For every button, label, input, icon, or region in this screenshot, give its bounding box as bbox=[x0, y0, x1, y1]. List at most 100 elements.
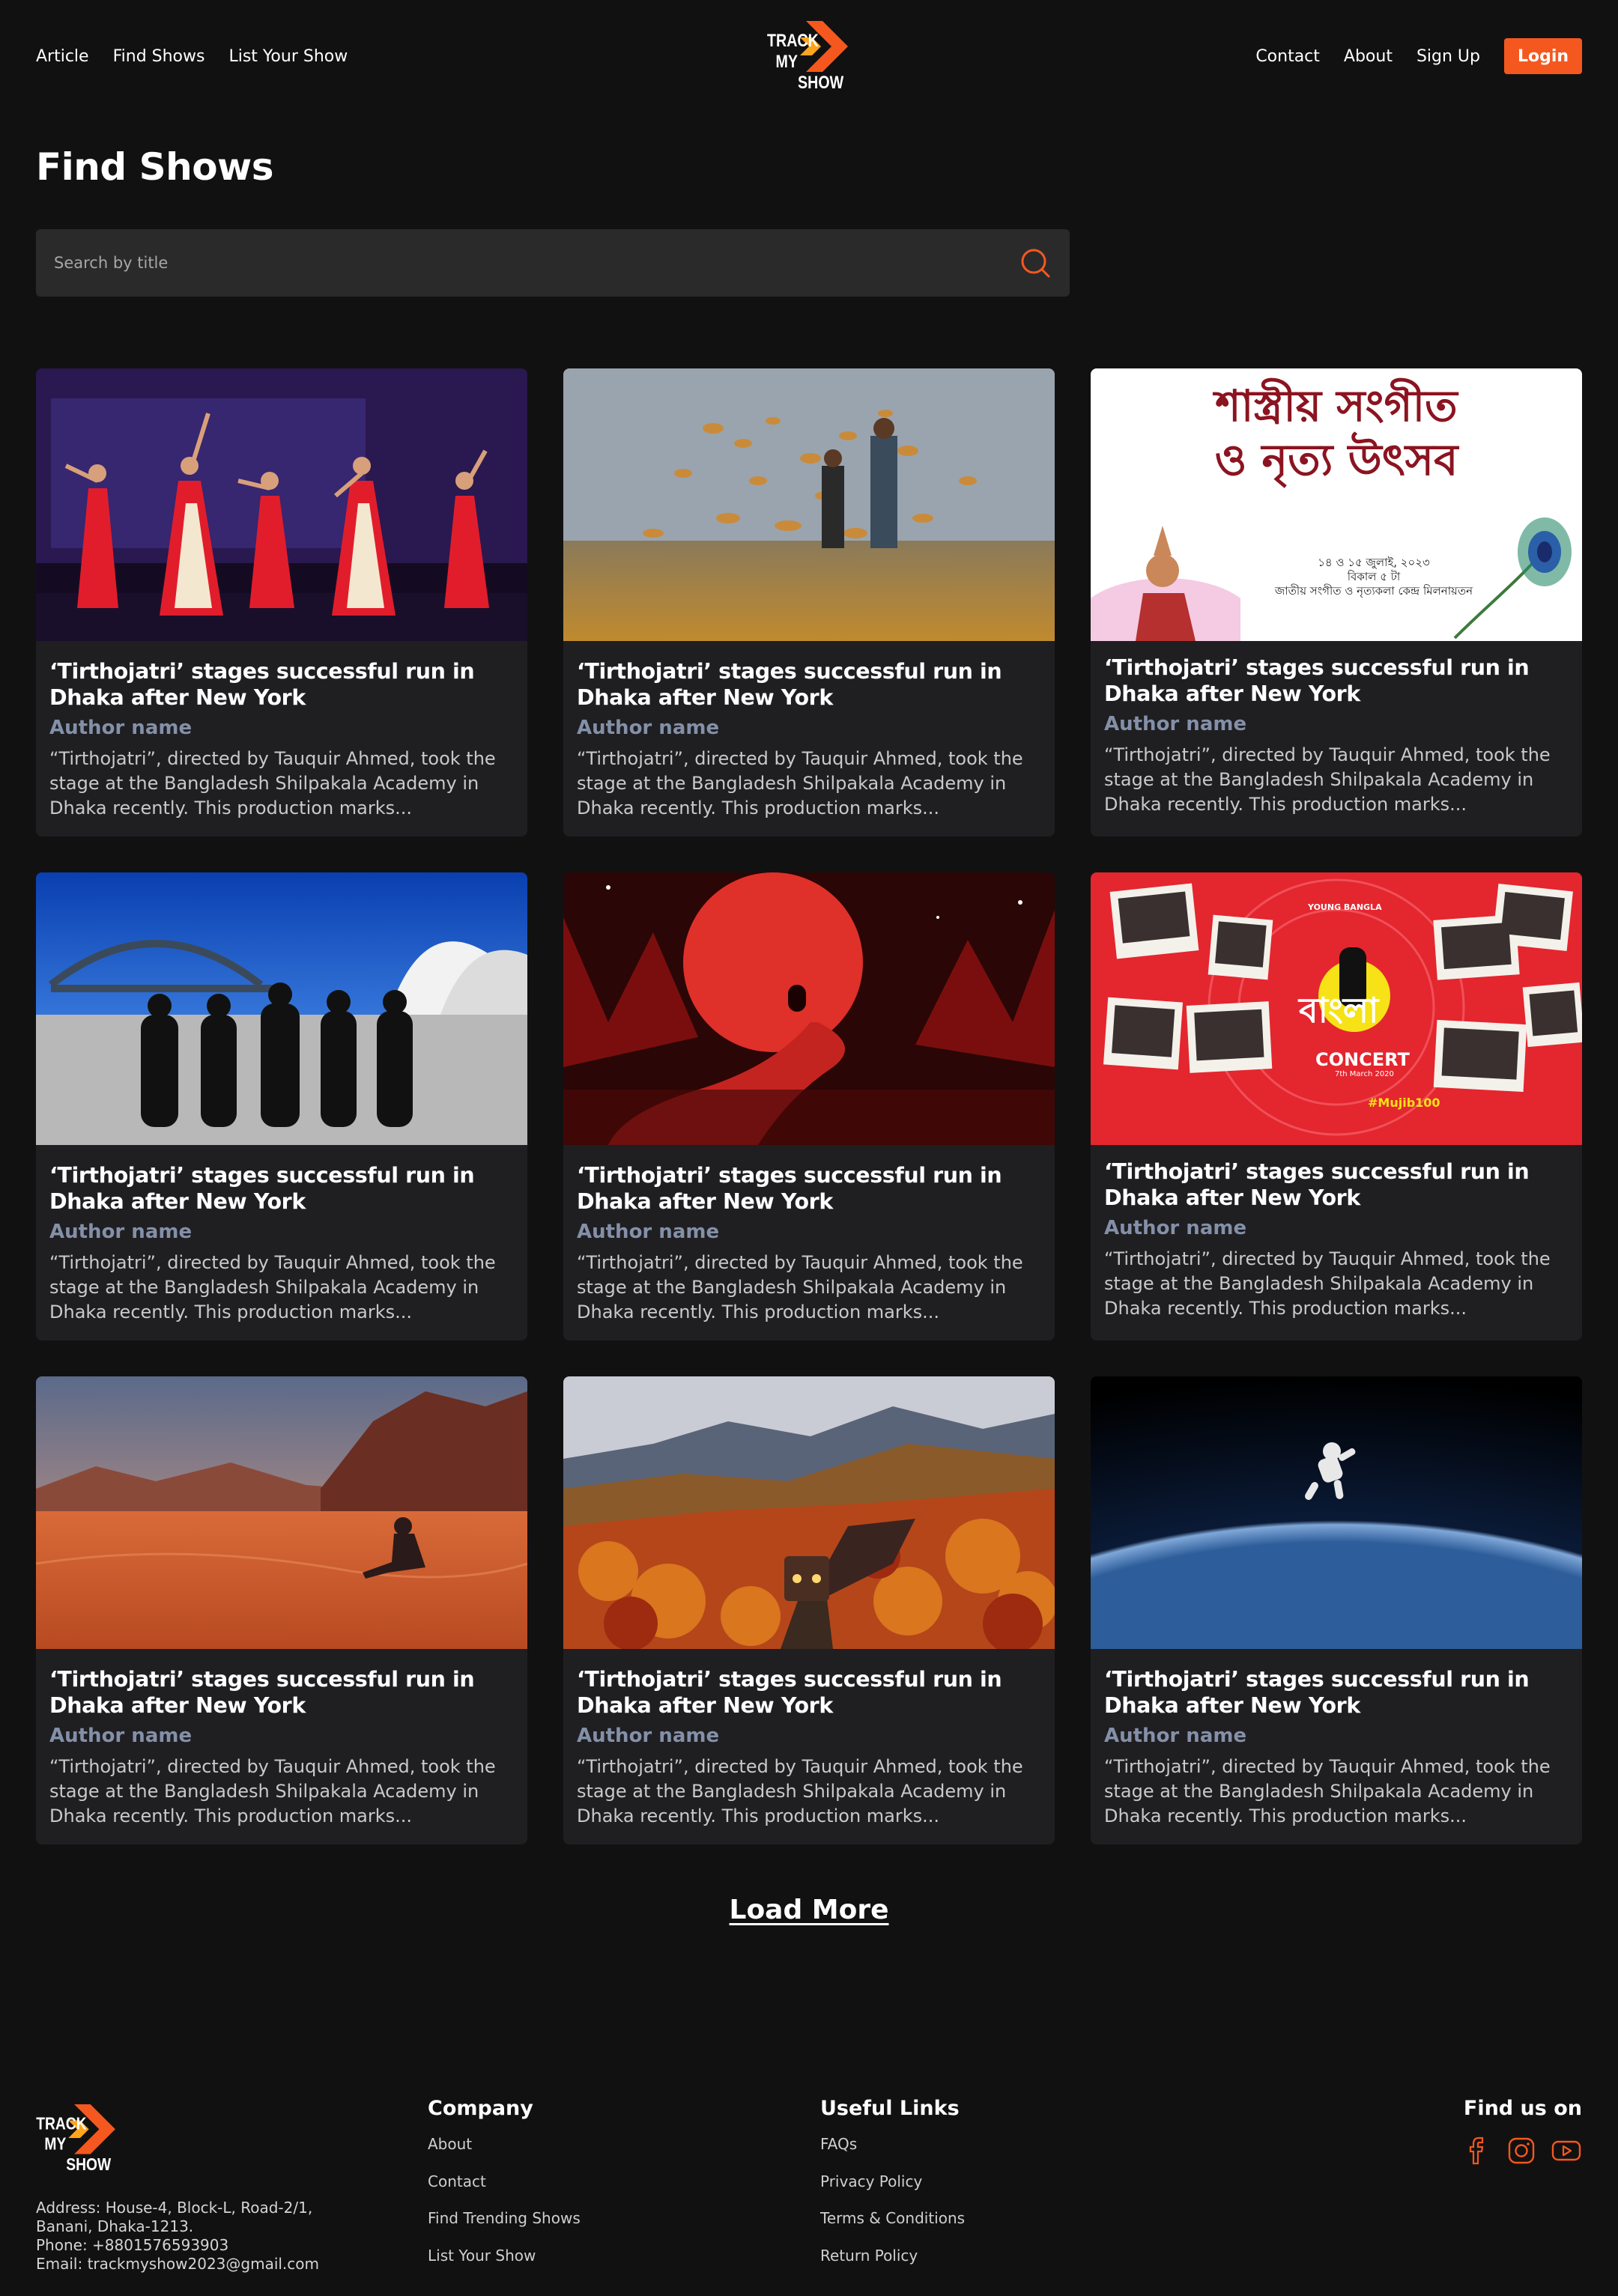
card-excerpt: “Tirthojatri”, directed by Tauquir Ahmed… bbox=[1104, 744, 1551, 815]
card-title[interactable]: ‘Tirthojatri’ stages successful run in D… bbox=[1104, 1666, 1569, 1719]
address-line-1: Address: House-4, Block-L, Road-2/1, bbox=[36, 2199, 313, 2217]
card-body: ‘Tirthojatri’ stages successful run in D… bbox=[36, 1149, 527, 1325]
show-card[interactable]: ‘Tirthojatri’ stages successful run in D… bbox=[563, 368, 1055, 836]
facebook-icon[interactable] bbox=[1461, 2135, 1492, 2166]
card-image-autumn-train bbox=[563, 1376, 1055, 1653]
footer-logo-text-show: SHOW bbox=[66, 2154, 112, 2173]
show-card[interactable]: ‘Tirthojatri’ stages successful run in D… bbox=[36, 1376, 527, 1844]
footer-logo-text-my: MY bbox=[44, 2134, 66, 2154]
card-image-dancers bbox=[36, 368, 527, 641]
footer-address: Address: House-4, Block-L, Road-2/1, Ban… bbox=[36, 2199, 319, 2274]
card-excerpt: “Tirthojatri”, directed by Tauquir Ahmed… bbox=[49, 748, 496, 819]
card-body: ‘Tirthojatri’ stages successful run in D… bbox=[563, 645, 1055, 821]
nav-contact-link[interactable]: Contact bbox=[1255, 47, 1320, 66]
site-logo[interactable]: TRACK MY SHOW bbox=[767, 21, 851, 91]
card-excerpt: “Tirthojatri”, directed by Tauquir Ahmed… bbox=[577, 1756, 1023, 1826]
nav-signup-link[interactable]: Sign Up bbox=[1416, 47, 1480, 66]
card-image-astronaut bbox=[1091, 1376, 1582, 1649]
poster-title: শাস্ত্রীয় সংগীত ও নৃত্য উৎসব bbox=[1091, 379, 1582, 487]
card-body: ‘Tirthojatri’ stages successful run in D… bbox=[563, 1149, 1055, 1325]
login-button[interactable]: Login bbox=[1504, 38, 1582, 74]
footer-find-trending-link[interactable]: Find Trending Shows bbox=[428, 2209, 581, 2247]
card-title[interactable]: ‘Tirthojatri’ stages successful run in D… bbox=[1104, 1158, 1569, 1211]
footer-faqs-link[interactable]: FAQs bbox=[820, 2135, 965, 2172]
concert-poster-subtitle: CONCERT bbox=[1315, 1049, 1410, 1070]
poster-title-line2: ও নৃত্য উৎসব bbox=[1214, 434, 1458, 485]
card-image-red-artwork bbox=[563, 872, 1055, 1145]
nav-list-your-show-link[interactable]: List Your Show bbox=[228, 47, 348, 66]
card-excerpt: “Tirthojatri”, directed by Tauquir Ahmed… bbox=[1104, 1248, 1551, 1319]
card-author[interactable]: Author name bbox=[1104, 713, 1569, 735]
footer-privacy-link[interactable]: Privacy Policy bbox=[820, 2172, 965, 2210]
footer-logo[interactable]: TRACK MY SHOW bbox=[36, 2104, 118, 2173]
footer-list-your-show-link[interactable]: List Your Show bbox=[428, 2247, 581, 2284]
footer-useful-links-heading: Useful Links bbox=[820, 2097, 960, 2120]
card-title[interactable]: ‘Tirthojatri’ stages successful run in D… bbox=[49, 1666, 514, 1719]
show-card[interactable]: ‘Tirthojatri’ stages successful run in D… bbox=[36, 368, 527, 836]
nav-find-shows-link[interactable]: Find Shows bbox=[113, 47, 205, 66]
footer: TRACK MY SHOW Address: House-4, Block-L,… bbox=[36, 2097, 1582, 2296]
card-excerpt: “Tirthojatri”, directed by Tauquir Ahmed… bbox=[49, 1252, 496, 1322]
footer-about-link[interactable]: About bbox=[428, 2135, 581, 2172]
logo-text-show: SHOW bbox=[798, 72, 843, 91]
footer-social-column: Find us on bbox=[1461, 2097, 1582, 2166]
load-more-button[interactable]: Load More bbox=[730, 1895, 889, 1925]
card-author[interactable]: Author name bbox=[577, 1725, 1041, 1747]
card-image-festival-poster: শাস্ত্রীয় সংগীত ও নৃত্য উৎসব ১৪ ও ১৫ জু… bbox=[1091, 368, 1582, 641]
concert-poster-hashtag: #Mujib100 bbox=[1368, 1096, 1440, 1110]
page-title: Find Shows bbox=[36, 145, 274, 189]
card-author[interactable]: Author name bbox=[577, 717, 1041, 739]
card-excerpt: “Tirthojatri”, directed by Tauquir Ahmed… bbox=[1104, 1756, 1551, 1826]
search-input[interactable] bbox=[54, 254, 1019, 272]
card-title[interactable]: ‘Tirthojatri’ stages successful run in D… bbox=[577, 1666, 1041, 1719]
card-excerpt: “Tirthojatri”, directed by Tauquir Ahmed… bbox=[577, 748, 1023, 819]
card-body: ‘Tirthojatri’ stages successful run in D… bbox=[1091, 1653, 1582, 1829]
card-title[interactable]: ‘Tirthojatri’ stages successful run in D… bbox=[577, 1162, 1041, 1215]
card-title[interactable]: ‘Tirthojatri’ stages successful run in D… bbox=[49, 1162, 514, 1215]
card-author[interactable]: Author name bbox=[49, 1221, 514, 1243]
footer-return-policy-link[interactable]: Return Policy bbox=[820, 2247, 965, 2284]
show-card[interactable]: ‘Tirthojatri’ stages successful run in D… bbox=[563, 872, 1055, 1340]
address-line-2: Banani, Dhaka-1213. bbox=[36, 2217, 194, 2235]
youtube-icon[interactable] bbox=[1551, 2135, 1582, 2166]
nav-left: Article Find Shows List Your Show bbox=[36, 47, 372, 66]
card-body: ‘Tirthojatri’ stages successful run in D… bbox=[36, 1653, 527, 1829]
show-card[interactable]: ‘Tirthojatri’ stages successful run in D… bbox=[1091, 1376, 1582, 1844]
footer-company-column: Company About Contact Find Trending Show… bbox=[428, 2097, 581, 2283]
show-card[interactable]: YOUNG BANGLA বাংলা CONCERT 7th March 202… bbox=[1091, 872, 1582, 1340]
card-body: ‘Tirthojatri’ stages successful run in D… bbox=[563, 1653, 1055, 1829]
card-body: ‘Tirthojatri’ stages successful run in D… bbox=[36, 645, 527, 821]
concert-poster-top-label: YOUNG BANGLA bbox=[1308, 902, 1382, 912]
card-image-desert bbox=[36, 1376, 527, 1649]
nav-right: Contact About Sign Up Login bbox=[1231, 38, 1582, 74]
footer-useful-links-column: Useful Links FAQs Privacy Policy Terms &… bbox=[820, 2097, 965, 2283]
poster-title-line1: শাস্ত্রীয় সংগীত bbox=[1215, 380, 1458, 431]
social-icons bbox=[1461, 2135, 1582, 2166]
logo-text-track: TRACK bbox=[767, 30, 819, 50]
email-line: Email: trackmyshow2023@gmail.com bbox=[36, 2255, 320, 2273]
show-card[interactable]: ‘Tirthojatri’ stages successful run in D… bbox=[36, 872, 527, 1340]
card-image-band-sydney bbox=[36, 872, 527, 1145]
poster-dancer-illustration bbox=[1091, 526, 1240, 641]
nav-about-link[interactable]: About bbox=[1344, 47, 1393, 66]
shows-grid: ‘Tirthojatri’ stages successful run in D… bbox=[36, 368, 1582, 1844]
card-title[interactable]: ‘Tirthojatri’ stages successful run in D… bbox=[577, 658, 1041, 711]
poster-peacock-feather bbox=[1453, 517, 1572, 640]
card-body: ‘Tirthojatri’ stages successful run in D… bbox=[1091, 641, 1582, 817]
instagram-icon[interactable] bbox=[1506, 2135, 1537, 2166]
search-icon[interactable] bbox=[1019, 246, 1052, 279]
show-card[interactable]: শাস্ত্রীয় সংগীত ও নৃত্য উৎসব ১৪ ও ১৫ জু… bbox=[1091, 368, 1582, 836]
card-title[interactable]: ‘Tirthojatri’ stages successful run in D… bbox=[49, 658, 514, 711]
card-title[interactable]: ‘Tirthojatri’ stages successful run in D… bbox=[1104, 655, 1569, 707]
footer-terms-link[interactable]: Terms & Conditions bbox=[820, 2209, 965, 2247]
nav-article-link[interactable]: Article bbox=[36, 47, 89, 66]
footer-contact-link[interactable]: Contact bbox=[428, 2172, 581, 2210]
card-author[interactable]: Author name bbox=[1104, 1725, 1569, 1747]
card-author[interactable]: Author name bbox=[577, 1221, 1041, 1243]
load-more-container: Load More bbox=[0, 1895, 1618, 1925]
card-author[interactable]: Author name bbox=[49, 1725, 514, 1747]
card-image-concert-poster: YOUNG BANGLA বাংলা CONCERT 7th March 202… bbox=[1091, 872, 1582, 1145]
card-author[interactable]: Author name bbox=[49, 717, 514, 739]
card-author[interactable]: Author name bbox=[1104, 1217, 1569, 1239]
show-card[interactable]: ‘Tirthojatri’ stages successful run in D… bbox=[563, 1376, 1055, 1844]
